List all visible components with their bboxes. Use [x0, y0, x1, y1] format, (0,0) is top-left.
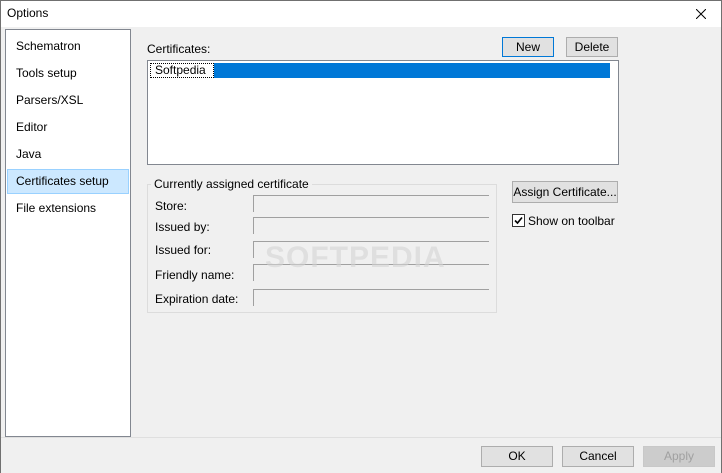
certificates-label: Certificates:	[147, 42, 211, 56]
close-icon	[696, 9, 706, 19]
new-button[interactable]: New	[502, 37, 554, 57]
group-legend: Currently assigned certificate	[151, 177, 312, 191]
certificates-list[interactable]: Softpedia	[147, 60, 619, 165]
ok-button[interactable]: OK	[481, 446, 553, 467]
expiration-date-field	[253, 289, 489, 306]
assign-certificate-button[interactable]: Assign Certificate...	[512, 181, 618, 203]
nav-item-file-extensions[interactable]: File extensions	[7, 196, 129, 221]
dialog-content: Schematron Tools setup Parsers/XSL Edito…	[1, 27, 721, 437]
list-item[interactable]: Softpedia	[150, 63, 610, 78]
nav-item-certificates-setup[interactable]: Certificates setup	[7, 169, 129, 194]
apply-button[interactable]: Apply	[643, 446, 715, 467]
issued-by-field	[253, 217, 489, 234]
issued-for-field	[253, 241, 489, 258]
options-dialog: Options Schematron Tools setup Parsers/X…	[0, 0, 722, 473]
friendly-name-field	[253, 264, 489, 281]
checkmark-icon	[514, 216, 523, 225]
expiration-date-label: Expiration date:	[155, 292, 239, 306]
cancel-button[interactable]: Cancel	[562, 446, 634, 467]
show-on-toolbar-checkbox[interactable]	[512, 214, 525, 227]
nav-item-tools-setup[interactable]: Tools setup	[7, 61, 129, 86]
store-label: Store:	[155, 199, 188, 213]
nav-item-parsers-xsl[interactable]: Parsers/XSL	[7, 88, 129, 113]
issued-for-label: Issued for:	[155, 243, 212, 257]
nav-item-java[interactable]: Java	[7, 142, 129, 167]
options-nav: Schematron Tools setup Parsers/XSL Edito…	[5, 29, 131, 437]
list-item-label: Softpedia	[150, 63, 214, 78]
close-button[interactable]	[681, 1, 721, 27]
dialog-footer: OK Cancel Apply	[1, 437, 721, 473]
store-field	[253, 195, 489, 212]
nav-item-editor[interactable]: Editor	[7, 115, 129, 140]
title-bar: Options	[1, 1, 721, 27]
nav-item-schematron[interactable]: Schematron	[7, 34, 129, 59]
issued-by-label: Issued by:	[155, 220, 210, 234]
window-title: Options	[7, 6, 49, 20]
show-on-toolbar-label: Show on toolbar	[528, 214, 615, 228]
delete-button[interactable]: Delete	[566, 37, 618, 57]
friendly-name-label: Friendly name:	[155, 268, 235, 282]
